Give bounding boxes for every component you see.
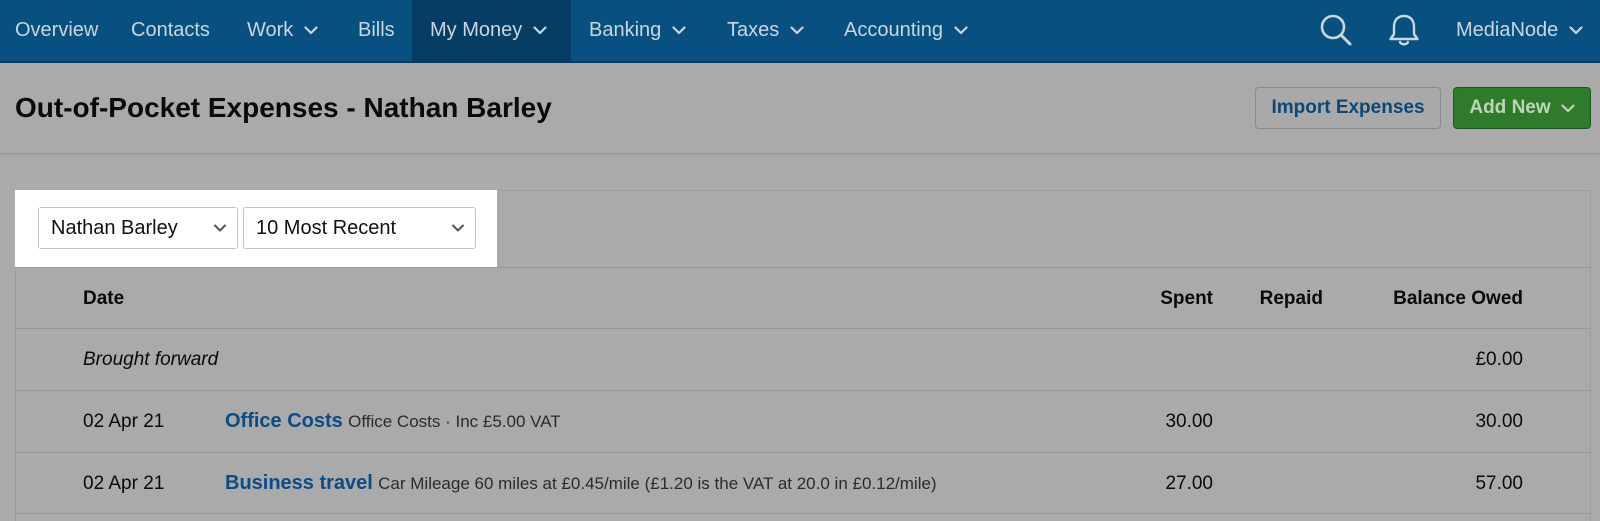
nav-banking-label: Banking: [589, 19, 662, 41]
account-name: MediaNode: [1456, 19, 1559, 41]
nav-banking[interactable]: Banking: [589, 0, 686, 61]
account-menu[interactable]: MediaNode: [1456, 0, 1583, 61]
chevron-down-icon: [452, 224, 464, 232]
row-1-balance: 30.00: [1475, 411, 1523, 432]
add-new-button[interactable]: Add New: [1453, 87, 1591, 129]
divider: [15, 328, 1591, 329]
range-select[interactable]: 10 Most Recent: [243, 207, 476, 249]
row-1-details: Office Costs Office Costs · Inc £5.00 VA…: [225, 410, 561, 433]
add-new-label: Add New: [1469, 97, 1551, 118]
nav-accounting[interactable]: Accounting: [844, 0, 968, 61]
divider: [15, 452, 1591, 453]
row-1-description: Office Costs · Inc £5.00 VAT: [348, 412, 561, 431]
chevron-down-icon: [790, 26, 804, 35]
import-expenses-button[interactable]: Import Expenses: [1255, 87, 1441, 129]
nav-my-money-label: My Money: [430, 19, 523, 41]
import-expenses-label: Import Expenses: [1271, 97, 1425, 118]
nav-accounting-label: Accounting: [844, 19, 943, 41]
person-select-value: Nathan Barley: [51, 216, 178, 239]
divider: [15, 513, 1591, 514]
nav-work[interactable]: Work: [247, 0, 318, 61]
column-header-spent[interactable]: Spent: [1100, 288, 1213, 310]
nav-overview-label: Overview: [15, 19, 99, 41]
nav-contacts[interactable]: Contacts: [131, 0, 210, 61]
row-2-category-link[interactable]: Business travel: [225, 472, 373, 494]
row-1-date: 02 Apr 21: [83, 411, 165, 432]
row-2-date: 02 Apr 21: [83, 473, 165, 494]
nav-overview[interactable]: Overview: [15, 0, 98, 61]
divider: [15, 267, 1591, 268]
chevron-down-icon: [304, 26, 318, 35]
row-2-description: Car Mileage 60 miles at £0.45/mile (£1.2…: [378, 474, 937, 493]
nav-my-money[interactable]: My Money: [412, 0, 571, 61]
nav-contacts-label: Contacts: [131, 19, 210, 41]
search-icon[interactable]: [1318, 12, 1354, 48]
chevron-down-icon: [214, 224, 226, 232]
person-select[interactable]: Nathan Barley: [38, 207, 238, 249]
chevron-down-icon: [1561, 103, 1575, 112]
row-2-balance: 57.00: [1475, 473, 1523, 494]
column-header-date[interactable]: Date: [83, 288, 124, 310]
page-title: Out-of-Pocket Expenses - Nathan Barley: [15, 92, 552, 123]
brought-forward-label: Brought forward: [83, 349, 219, 370]
row-2-details: Business travel Car Mileage 60 miles at …: [225, 472, 937, 495]
row-1-category-link[interactable]: Office Costs: [225, 410, 343, 432]
divider: [15, 390, 1591, 391]
nav-work-label: Work: [247, 19, 294, 41]
column-header-repaid[interactable]: Repaid: [1220, 288, 1323, 310]
brought-forward-balance: £0.00: [1475, 349, 1523, 370]
nav-taxes[interactable]: Taxes: [727, 0, 804, 61]
chevron-down-icon: [1569, 26, 1583, 35]
row-1-spent: 30.00: [1165, 411, 1213, 432]
chevron-down-icon: [954, 26, 968, 35]
chevron-down-icon: [533, 26, 547, 35]
column-header-balance[interactable]: Balance Owed: [1340, 288, 1523, 310]
nav-taxes-label: Taxes: [727, 19, 780, 41]
nav-bills-label: Bills: [358, 19, 395, 41]
nav-bills[interactable]: Bills: [358, 0, 395, 61]
chevron-down-icon: [672, 26, 686, 35]
bell-icon[interactable]: [1386, 12, 1422, 48]
range-select-value: 10 Most Recent: [256, 216, 397, 239]
row-2-spent: 27.00: [1165, 473, 1213, 494]
